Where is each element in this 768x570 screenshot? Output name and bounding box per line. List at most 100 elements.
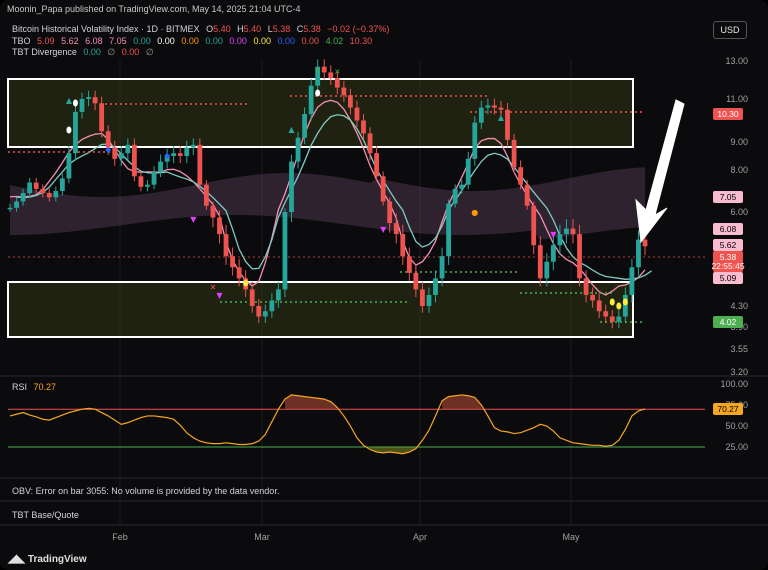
candle-body: [622, 294, 628, 317]
candle-body: [20, 193, 26, 202]
brand-name: TradingView: [27, 554, 87, 565]
signal-marker-icon: ●: [471, 208, 478, 217]
candle-body: [92, 97, 98, 104]
tbo-value: 0.00: [205, 36, 223, 46]
tbo-value: 4.02: [325, 36, 344, 46]
y-axis-tick-label: 13.00: [725, 56, 748, 66]
tbo-label: TBO: [12, 36, 31, 46]
candle-body: [203, 184, 209, 206]
tbo-value: 0.00: [229, 36, 247, 46]
price-tag-label: 7.05: [720, 192, 737, 202]
candle-body: [433, 278, 438, 295]
tbo-legend[interactable]: TBO 5.09 5.62 6.08 7.05 0.00 0.00 0.00 0…: [12, 36, 376, 46]
rsi-label: RSI: [12, 382, 28, 392]
candle-body: [217, 217, 222, 235]
tbo-value: 5.62: [61, 36, 79, 46]
tbt-base-quote-label: TBT Base/Quote: [12, 510, 79, 520]
candle-body: [230, 256, 235, 268]
rsi-legend[interactable]: RSI 70.27: [12, 382, 60, 392]
candle-body: [426, 294, 432, 306]
candle-body: [380, 176, 386, 202]
signal-marker-icon: ▲: [498, 113, 505, 122]
candle-body: [596, 300, 602, 312]
candle-body: [125, 144, 131, 154]
signal-marker-icon: ×: [334, 67, 341, 76]
candle-body: [393, 223, 399, 235]
rsi-tick-label: 25.00: [725, 442, 748, 452]
candle-body: [616, 316, 622, 322]
tbo-value: 10.30: [349, 36, 373, 46]
candle-body: [465, 158, 471, 185]
candle-body: [79, 99, 85, 112]
candle-body: [367, 133, 373, 154]
y-axis-tick-label: 9.00: [730, 137, 748, 147]
low-label: L: [267, 24, 273, 34]
candle-body: [550, 245, 556, 262]
price-tag-label: 5.62: [720, 240, 737, 250]
signal-marker-icon: ▼: [190, 215, 197, 224]
candle-body: [40, 188, 46, 194]
low-value: 5.38: [272, 24, 291, 34]
candle-body: [446, 203, 452, 257]
price-tag-label: 4.02: [720, 317, 737, 327]
candle-body: [276, 289, 281, 301]
candle-body: [472, 122, 478, 159]
candle-body: [577, 234, 582, 279]
candle-body: [73, 111, 78, 154]
candle-body: [505, 109, 510, 140]
candle-body: [361, 120, 366, 134]
price-tag-label: 6.08: [720, 224, 737, 234]
signal-marker-icon: ▲: [288, 125, 295, 134]
high-value: 5.40: [243, 24, 262, 34]
signal-marker-icon: [622, 298, 628, 306]
signal-marker-icon: [66, 126, 72, 134]
candle-body: [282, 212, 288, 290]
rsi-value-tag-label: 70.27: [717, 404, 739, 414]
candle-body: [328, 72, 334, 79]
signal-marker-icon: [616, 302, 622, 310]
candle-body: [249, 289, 255, 306]
candle-body: [642, 239, 648, 247]
candle-body: [452, 188, 458, 204]
candle-body: [557, 234, 563, 246]
symbol-name[interactable]: Bitcoin Historical Volatility Index · 1D…: [12, 24, 200, 34]
signal-marker-icon: [72, 99, 78, 107]
high-label: H: [237, 24, 244, 34]
tbt-divergence-legend[interactable]: TBT Divergence 0.00 ∅ 0.00 ∅: [12, 47, 158, 58]
candle-body: [374, 153, 379, 177]
candle-body: [321, 66, 327, 73]
candle-body: [118, 153, 124, 159]
candle-body: [151, 172, 157, 185]
candle-body: [636, 239, 641, 268]
candle-body: [406, 256, 412, 273]
candle-body: [99, 103, 105, 132]
candle-body: [190, 144, 196, 148]
candle-body: [609, 316, 615, 322]
price-chart[interactable]: ×▲✕◆◆▼▼▼✕✕▼●▲▲13.0011.009.008.006.004.30…: [0, 0, 768, 570]
ma-cloud: [10, 167, 645, 240]
y-axis-tick-label: 4.30: [730, 301, 748, 311]
signal-marker-icon: ▼: [380, 225, 387, 234]
price-tag-label: 10.30: [717, 109, 739, 119]
tbo-value: 7.05: [109, 36, 127, 46]
candle-body: [354, 107, 360, 121]
x-axis-tick-label: Apr: [413, 532, 427, 542]
candle-body: [544, 261, 550, 279]
signal-marker-icon: ✕: [210, 283, 217, 292]
candle-body: [524, 184, 530, 206]
x-axis-tick-label: Mar: [254, 532, 270, 542]
candle-body: [511, 139, 517, 168]
candle-body: [334, 78, 340, 88]
candle-body: [66, 153, 72, 179]
candle-body: [518, 167, 524, 185]
y-axis-tick-label: 6.00: [730, 207, 748, 217]
candle-body: [485, 105, 491, 108]
tbt-label: TBT Divergence: [12, 47, 77, 57]
y-axis-tick-label: 3.20: [730, 367, 748, 377]
candle-body: [112, 147, 118, 159]
candle-body: [302, 114, 307, 138]
candle-body: [223, 234, 229, 257]
signal-marker-icon: ✕: [314, 66, 321, 75]
candle-body: [583, 278, 589, 295]
candle-body: [629, 267, 635, 295]
